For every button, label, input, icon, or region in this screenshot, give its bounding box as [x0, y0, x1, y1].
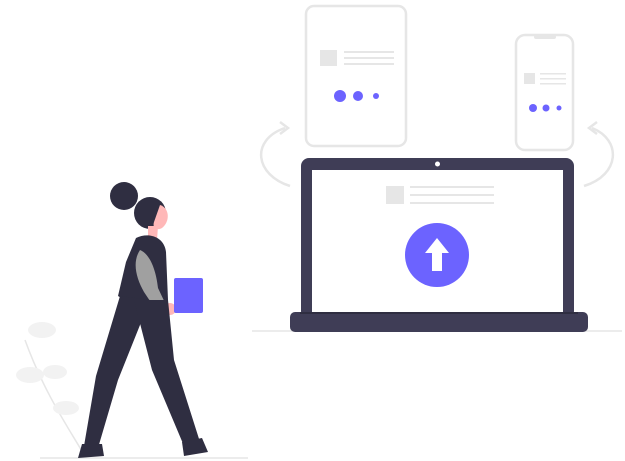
phone-placeholder-line — [540, 78, 566, 80]
hair-bun — [110, 182, 138, 210]
phone-dot — [556, 105, 562, 111]
laptop-camera — [435, 161, 440, 167]
leg-front — [134, 300, 200, 446]
laptop-base — [290, 312, 588, 332]
person-figure — [78, 182, 208, 458]
phone-placeholder-line — [540, 83, 566, 85]
tablet-frame — [304, 4, 408, 148]
sync-arrow-left-icon — [259, 121, 291, 188]
tablet-device — [304, 4, 408, 148]
phone-frame — [514, 33, 575, 152]
illustration-canvas — [0, 0, 625, 461]
tablet-dot — [353, 91, 363, 101]
plant-leaf — [43, 365, 67, 379]
tablet-dot — [334, 90, 346, 102]
shoe-back — [78, 444, 104, 458]
plant-leaf — [53, 401, 79, 415]
phone-placeholder-image — [524, 73, 535, 84]
laptop-device — [290, 158, 588, 332]
laptop-placeholder-line — [410, 186, 494, 188]
laptop-keyboard-edge — [300, 312, 578, 314]
plant-stem — [24, 339, 87, 459]
upload-arrow-icon — [405, 223, 469, 287]
tablet-placeholder-line — [344, 57, 394, 59]
plant-leaf — [28, 322, 56, 338]
tablet-dot — [373, 93, 379, 99]
sync-arrow-right-icon — [583, 121, 615, 188]
laptop-placeholder-image — [386, 186, 404, 204]
upload-sync-illustration — [16, 4, 622, 459]
phone-dot — [542, 104, 550, 112]
phone-dot — [529, 104, 537, 112]
folder-icon — [174, 278, 203, 313]
phone-notch — [534, 35, 556, 39]
tablet-placeholder-line — [344, 63, 394, 65]
phone-placeholder-line — [540, 73, 566, 75]
phone-device — [514, 33, 575, 152]
laptop-placeholder-line — [410, 194, 494, 196]
plant-leaf — [16, 367, 44, 383]
laptop-placeholder-line — [410, 202, 494, 204]
tablet-placeholder-line — [344, 51, 394, 53]
tablet-placeholder-image — [320, 50, 337, 66]
plant-decoration — [16, 322, 87, 459]
